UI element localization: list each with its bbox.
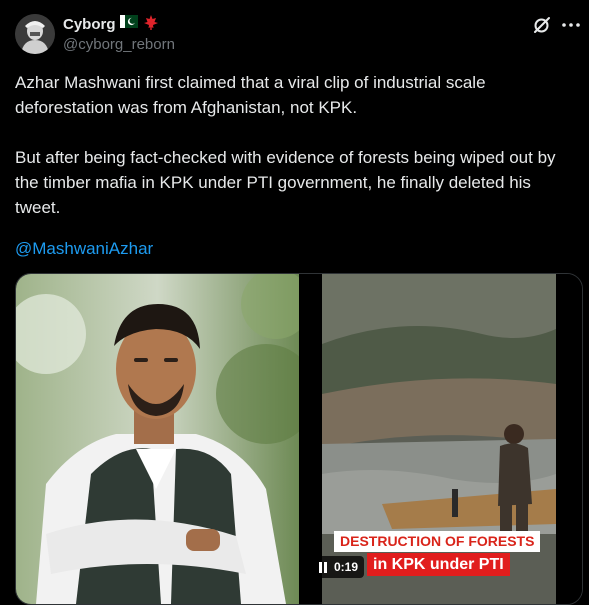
pakistan-flag-icon: [119, 15, 138, 33]
pause-icon[interactable]: [318, 561, 328, 573]
author-display-name[interactable]: Cyborg: [63, 16, 116, 33]
video-media-card[interactable]: DESTRUCTION OF FORESTS in KPK under PTI …: [15, 273, 583, 605]
video-letterbox-right: [556, 274, 582, 604]
video-caption-line-1: DESTRUCTION OF FORESTS: [334, 531, 541, 552]
canada-flag-icon: [142, 14, 160, 35]
more-options-icon[interactable]: [560, 14, 582, 36]
portrait-photo: [16, 274, 299, 604]
author-name-row[interactable]: Cyborg: [63, 14, 160, 34]
video-timestamp: 0:19: [334, 560, 359, 574]
video-controls[interactable]: 0:19: [312, 556, 365, 578]
grok-icon[interactable]: [531, 14, 553, 36]
tweet-text: Azhar Mashwani first claimed that a vira…: [15, 70, 580, 220]
tweet: Cyborg @cyborg_reborn Azhar Mashwani fir…: [0, 0, 589, 605]
tweet-paragraph-1: Azhar Mashwani first claimed that a vira…: [15, 73, 486, 117]
tweet-paragraph-2: But after being fact-checked with eviden…: [15, 148, 556, 217]
video-caption-line-2: in KPK under PTI: [367, 553, 510, 576]
video-letterbox-left: [299, 274, 322, 604]
author-handle[interactable]: @cyborg_reborn: [63, 36, 175, 53]
mention-link[interactable]: @MashwaniAzhar: [15, 236, 153, 261]
avatar[interactable]: [15, 14, 55, 54]
